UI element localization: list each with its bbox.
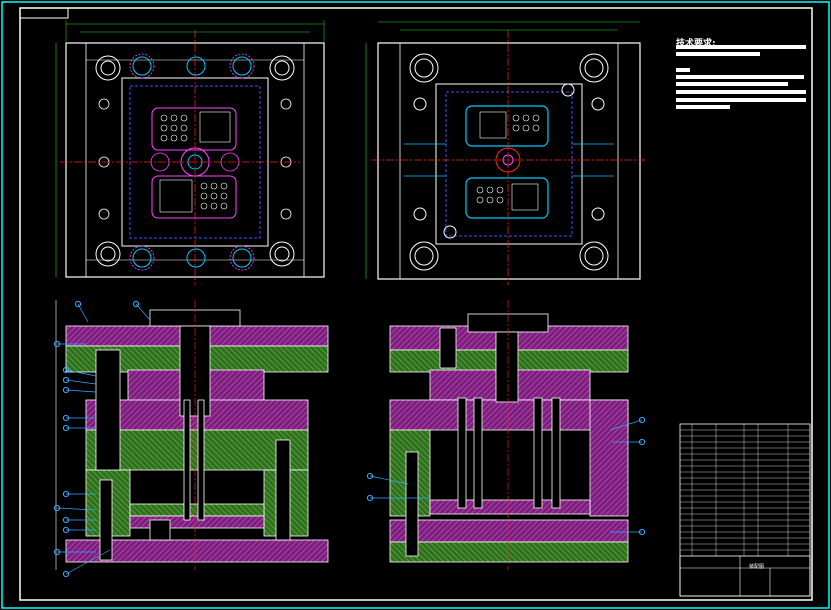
plan-view-moving-half	[365, 21, 645, 285]
cavity-lower	[151, 175, 237, 219]
technical-notes	[676, 45, 806, 109]
leader-line	[135, 303, 151, 321]
assembly-drawing-sheet: 装配图	[1, 1, 830, 609]
plan-view-fixed-half	[55, 20, 325, 285]
core-upper	[465, 105, 549, 147]
section-view-right	[389, 300, 629, 570]
leader-line	[65, 379, 97, 385]
sheet-corner-tab	[19, 7, 69, 19]
leader-line	[65, 389, 97, 393]
title-block-drawing-name: 装配图	[749, 563, 764, 570]
cavity-upper	[151, 107, 237, 151]
parts-list-title-block: 装配图	[679, 423, 811, 597]
section-view-left	[55, 300, 329, 570]
technical-requirements-title: 技术要求:	[676, 39, 716, 49]
